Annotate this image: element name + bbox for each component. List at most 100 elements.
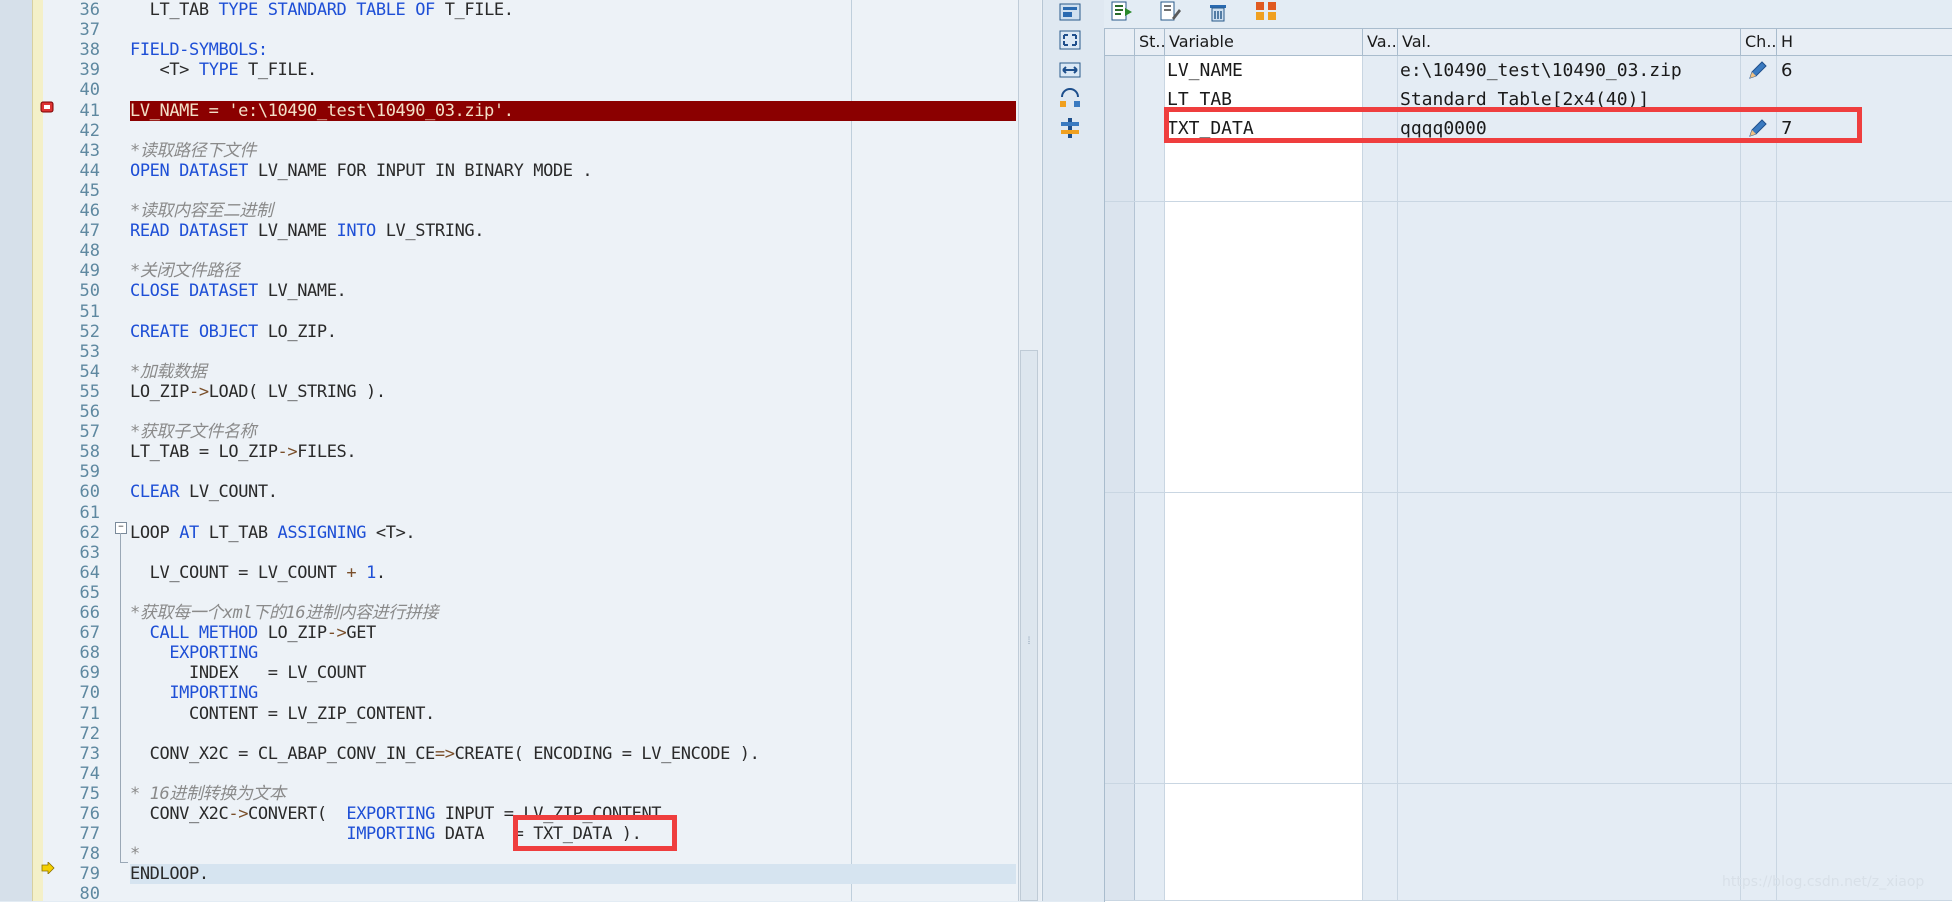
hex-cell[interactable]	[1777, 783, 1952, 813]
variable-row[interactable]	[1105, 579, 1952, 610]
variable-row[interactable]	[1105, 696, 1952, 727]
code-text[interactable]: *读取内容至二进制	[130, 201, 273, 221]
hex-cell[interactable]	[1777, 696, 1952, 726]
variable-name-cell[interactable]: LV_NAME	[1165, 56, 1363, 85]
row-selector[interactable]	[1105, 812, 1135, 842]
code-line[interactable]: 63	[0, 543, 1020, 563]
code-text[interactable]: *获取子文件名称	[130, 422, 256, 442]
value-type-cell[interactable]	[1363, 667, 1398, 697]
code-text[interactable]: OPEN DATASET LV_NAME FOR INPUT IN BINARY…	[130, 161, 593, 181]
change-cell[interactable]	[1741, 172, 1777, 202]
status-cell[interactable]	[1135, 492, 1165, 522]
code-text[interactable]: EXPORTING	[130, 643, 258, 663]
code-text[interactable]: * 16进制转换为文本	[130, 784, 286, 804]
header-hex[interactable]: H	[1777, 29, 1952, 55]
status-cell[interactable]	[1135, 347, 1165, 376]
code-line[interactable]: 46 *读取内容至二进制	[0, 201, 1020, 221]
variable-row[interactable]	[1105, 347, 1952, 377]
status-cell[interactable]	[1135, 85, 1165, 115]
code-line[interactable]: 44 OPEN DATASET LV_NAME FOR INPUT IN BINA…	[0, 161, 1020, 181]
value-cell[interactable]	[1398, 783, 1741, 813]
variable-row[interactable]	[1105, 376, 1952, 407]
maximize-tool-icon[interactable]	[1057, 28, 1083, 52]
change-cell[interactable]	[1741, 638, 1777, 667]
value-type-cell[interactable]	[1363, 317, 1398, 347]
value-type-cell[interactable]	[1363, 608, 1398, 638]
change-cell[interactable]	[1741, 550, 1777, 580]
variable-row[interactable]	[1105, 667, 1952, 698]
code-text[interactable]: *加载数据	[130, 362, 207, 382]
value-type-cell[interactable]	[1363, 696, 1398, 726]
change-cell[interactable]	[1741, 783, 1777, 813]
change-cell[interactable]	[1741, 579, 1777, 609]
variable-name-cell[interactable]	[1165, 579, 1363, 609]
hex-cell[interactable]	[1777, 667, 1952, 697]
value-type-cell[interactable]	[1363, 812, 1398, 842]
code-text[interactable]: LO_ZIP->LOAD( LV_STRING ).	[130, 382, 386, 402]
code-line[interactable]: 74	[0, 764, 1020, 784]
code-line[interactable]: 72	[0, 724, 1020, 744]
status-cell[interactable]	[1135, 201, 1165, 231]
value-type-cell[interactable]	[1363, 550, 1398, 580]
value-type-cell[interactable]	[1363, 434, 1398, 464]
status-cell[interactable]	[1135, 230, 1165, 260]
row-selector[interactable]	[1105, 56, 1135, 85]
row-selector[interactable]	[1105, 230, 1135, 260]
status-cell[interactable]	[1135, 521, 1165, 551]
status-cell[interactable]	[1135, 608, 1165, 638]
variable-row[interactable]	[1105, 143, 1952, 174]
value-cell[interactable]	[1398, 317, 1741, 347]
code-line[interactable]: 66 *获取每一个xml下的16进制内容进行拼接	[0, 603, 1020, 623]
status-cell[interactable]	[1135, 725, 1165, 755]
variable-name-cell[interactable]	[1165, 143, 1363, 173]
status-cell[interactable]	[1135, 783, 1165, 813]
code-line[interactable]: 70 IMPORTING	[0, 683, 1020, 703]
value-type-cell[interactable]	[1363, 172, 1398, 202]
variable-name-cell[interactable]	[1165, 870, 1363, 900]
code-text[interactable]: CREATE OBJECT LO_ZIP.	[130, 322, 337, 342]
code-line[interactable]: 60 CLEAR LV_COUNT.	[0, 482, 1020, 502]
row-selector[interactable]	[1105, 463, 1135, 493]
details-icon[interactable]	[1110, 0, 1134, 22]
hex-cell[interactable]	[1777, 405, 1952, 435]
variable-row[interactable]	[1105, 550, 1952, 581]
code-line[interactable]: 68 EXPORTING	[0, 643, 1020, 663]
value-type-cell[interactable]	[1363, 201, 1398, 231]
code-line[interactable]: 58 LT_TAB = LO_ZIP->FILES.	[0, 442, 1020, 462]
code-text[interactable]: *关闭文件路径	[130, 261, 240, 281]
code-line[interactable]: 52 CREATE OBJECT LO_ZIP.	[0, 322, 1020, 342]
hex-cell[interactable]	[1777, 608, 1952, 638]
code-line[interactable]: 64 LV_COUNT = LV_COUNT + 1.	[0, 563, 1020, 583]
value-cell[interactable]	[1398, 725, 1741, 755]
variable-name-cell[interactable]	[1165, 172, 1363, 202]
value-type-cell[interactable]	[1363, 405, 1398, 435]
row-selector[interactable]	[1105, 841, 1135, 871]
code-line[interactable]: 43 *读取路径下文件	[0, 141, 1020, 161]
variable-row[interactable]	[1105, 259, 1952, 290]
status-cell[interactable]	[1135, 143, 1165, 173]
code-line[interactable]: 41 LV_NAME = 'e:\10490_test\10490_03.zip'…	[80, 100, 1016, 121]
value-type-cell[interactable]	[1363, 579, 1398, 609]
variable-row[interactable]	[1105, 492, 1952, 523]
change-cell[interactable]	[1741, 56, 1777, 85]
code-line[interactable]: 73 CONV_X2C = CL_ABAP_CONV_IN_CE=>CREATE…	[0, 744, 1020, 764]
value-type-cell[interactable]	[1363, 230, 1398, 260]
code-line[interactable]: 65	[0, 583, 1020, 603]
value-type-cell[interactable]	[1363, 783, 1398, 813]
row-selector[interactable]	[1105, 870, 1135, 900]
value-cell[interactable]	[1398, 347, 1741, 376]
row-selector[interactable]	[1105, 754, 1135, 784]
value-type-cell[interactable]	[1363, 143, 1398, 173]
value-cell[interactable]	[1398, 259, 1741, 289]
value-type-cell[interactable]	[1363, 841, 1398, 871]
code-text[interactable]: CONTENT = LV_ZIP_CONTENT.	[130, 704, 435, 724]
row-selector[interactable]	[1105, 550, 1135, 580]
row-selector[interactable]	[1105, 667, 1135, 697]
code-line[interactable]: 39 <T> TYPE T_FILE.	[0, 60, 1020, 80]
change-cell[interactable]	[1741, 608, 1777, 638]
change-cell[interactable]	[1741, 696, 1777, 726]
variable-name-cell[interactable]	[1165, 288, 1363, 318]
status-cell[interactable]	[1135, 288, 1165, 318]
breakpoint-icon[interactable]	[40, 101, 54, 113]
value-cell[interactable]	[1398, 754, 1741, 784]
